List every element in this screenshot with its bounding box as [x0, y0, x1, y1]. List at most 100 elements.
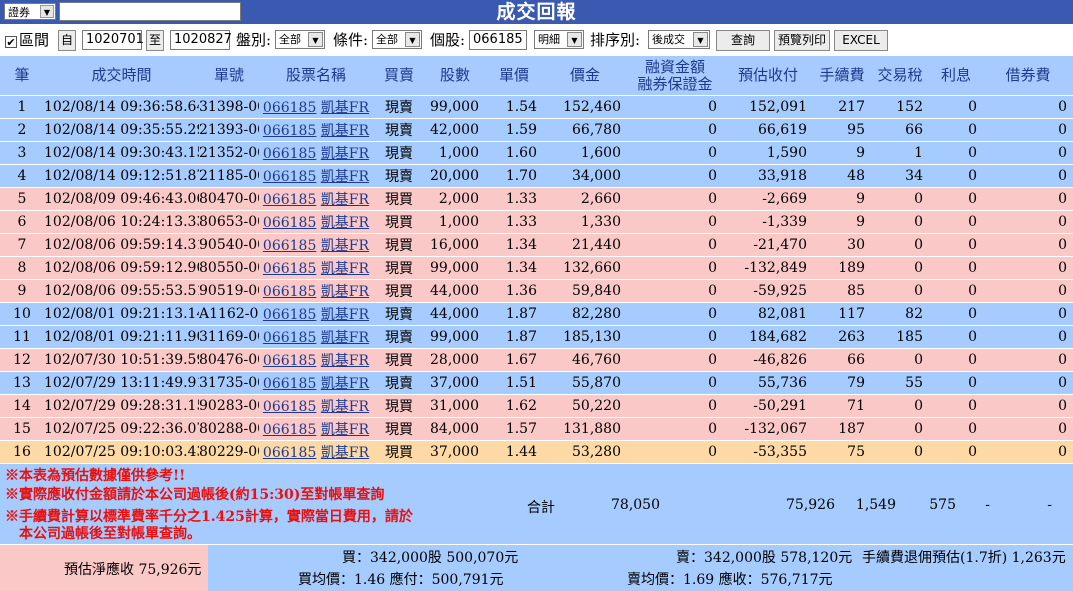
stock-name-link[interactable]: 凱基FR [321, 307, 369, 323]
cell-tax: 1 [871, 142, 929, 165]
col-header: 單價 [485, 56, 543, 96]
stock-name-link[interactable]: 凱基FR [321, 192, 369, 208]
stock-code-link[interactable]: 066185 [263, 215, 316, 231]
cell-side: 現買 [373, 418, 425, 441]
cell-qty: 16,000 [425, 234, 485, 257]
cell-margin: 0 [627, 395, 723, 418]
table-row: 12102/07/30 10:51:39.5980476-00066185 凱基… [0, 349, 1073, 372]
cell-side: 現賣 [373, 372, 425, 395]
stock-name-link[interactable]: 凱基FR [321, 399, 369, 415]
cell-stock-name: 066185 凱基FR [259, 441, 373, 464]
stock-code-link[interactable]: 066185 [263, 146, 316, 162]
cell-side: 現賣 [373, 142, 425, 165]
stock-code-link[interactable]: 066185 [263, 422, 316, 438]
print-preview-button[interactable]: 預覽列印 [774, 30, 830, 51]
cell-interest: 0 [929, 119, 983, 142]
stock-name-link[interactable]: 凱基FR [321, 422, 369, 438]
stock-name-link[interactable]: 凱基FR [321, 330, 369, 346]
note-fee-cont: 本公司過帳後至對帳單查詢。 [5, 526, 201, 542]
stock-code-link[interactable]: 066185 [263, 100, 316, 116]
to-date-input[interactable]: 1020827 [170, 30, 232, 50]
total-fee: 1,549 [855, 497, 896, 513]
stock-name-link[interactable]: 凱基FR [321, 169, 369, 185]
cell-qty: 1,000 [425, 142, 485, 165]
stock-code-link[interactable]: 066185 [263, 330, 316, 346]
total-lend: - [1047, 497, 1052, 513]
stock-name-link[interactable]: 凱基FR [321, 100, 369, 116]
query-button[interactable]: 查詢 [716, 30, 770, 51]
table-header: 筆 成交時間 單號 股票名稱 買賣 股數 單價 價金 融資金額 融券保證金 預估… [0, 56, 1073, 96]
category-select[interactable]: 全部 ▼ [275, 30, 325, 49]
stock-code-link[interactable]: 066185 [263, 307, 316, 323]
stock-code-link[interactable]: 066185 [263, 261, 316, 277]
from-button[interactable]: 自 [58, 30, 76, 51]
chevron-down-icon[interactable]: ▼ [567, 32, 582, 47]
stock-code-link[interactable]: 066185 [263, 169, 316, 185]
cell-fee: 9 [813, 211, 871, 234]
stock-name-link[interactable]: 凱基FR [321, 376, 369, 392]
cell-tax: 55 [871, 372, 929, 395]
stock-code-link[interactable]: 066185 [263, 353, 316, 369]
cell-side: 現買 [373, 280, 425, 303]
range-toggle[interactable]: ✔ 區間 [5, 30, 49, 50]
sort-select[interactable]: 後成交 ▼ [648, 30, 710, 49]
excel-button[interactable]: EXCEL [834, 30, 888, 51]
cell-lend: 0 [983, 441, 1073, 464]
cell-price: 1.34 [485, 234, 543, 257]
detail-select[interactable]: 明細 ▼ [534, 30, 584, 49]
stock-code-link[interactable]: 066185 [263, 192, 316, 208]
cell-time: 102/08/14 09:35:55.29 [44, 119, 199, 142]
cell-amount: 1,600 [543, 142, 627, 165]
sort-select-value: 後成交 [652, 33, 685, 46]
condition-select[interactable]: 全部 ▼ [372, 30, 422, 49]
stock-name-link[interactable]: 凱基FR [321, 353, 369, 369]
cell-qty: 20,000 [425, 165, 485, 188]
cell-margin: 0 [627, 280, 723, 303]
cell-order: 21393-00 [199, 119, 259, 142]
from-date-input[interactable]: 1020701 [82, 30, 144, 50]
cell-net: -132,849 [723, 257, 813, 280]
sort-label: 排序別: [590, 31, 641, 49]
stock-name-link[interactable]: 凱基FR [321, 261, 369, 277]
cell-fee: 189 [813, 257, 871, 280]
stock-code-link[interactable]: 066185 [263, 376, 316, 392]
cell-no: 12 [0, 349, 44, 372]
stock-code-link[interactable]: 066185 [263, 284, 316, 300]
cell-order: 90540-00 [199, 234, 259, 257]
cell-price: 1.51 [485, 372, 543, 395]
to-button[interactable]: 至 [146, 30, 164, 51]
cell-fee: 9 [813, 142, 871, 165]
cell-price: 1.33 [485, 211, 543, 234]
filter-bar: ✔ 區間 自 1020701 至 1020827 盤別: 全部 ▼ 條件: 全部 … [0, 24, 1073, 56]
cell-time: 102/08/06 09:59:14.31 [44, 234, 199, 257]
cell-qty: 37,000 [425, 441, 485, 464]
col-header: 利息 [929, 56, 983, 96]
stock-code-link[interactable]: 066185 [263, 123, 316, 139]
title-bar: 證券 ▼ 成交回報 [0, 0, 1073, 24]
buy-total: 買：342,000股 500,070元 [342, 550, 519, 566]
chevron-down-icon[interactable]: ▼ [693, 32, 708, 47]
cell-side: 現賣 [373, 303, 425, 326]
chevron-down-icon[interactable]: ▼ [308, 32, 323, 47]
stock-name-link[interactable]: 凱基FR [321, 284, 369, 300]
cell-interest: 0 [929, 165, 983, 188]
cell-lend: 0 [983, 395, 1073, 418]
stock-input[interactable]: 066185 [469, 30, 527, 50]
cell-fee: 66 [813, 349, 871, 372]
stock-name-link[interactable]: 凱基FR [321, 215, 369, 231]
table-row: 9102/08/06 09:55:53.5190519-00066185 凱基F… [0, 280, 1073, 303]
range-checkbox[interactable]: ✔ [5, 36, 17, 48]
cell-tax: 34 [871, 165, 929, 188]
stock-name-link[interactable]: 凱基FR [321, 445, 369, 461]
stock-code-link[interactable]: 066185 [263, 238, 316, 254]
stock-name-link[interactable]: 凱基FR [321, 146, 369, 162]
cell-side: 現買 [373, 257, 425, 280]
stock-code-link[interactable]: 066185 [263, 445, 316, 461]
stock-name-link[interactable]: 凱基FR [321, 238, 369, 254]
cell-stock-name: 066185 凱基FR [259, 257, 373, 280]
stock-code-link[interactable]: 066185 [263, 399, 316, 415]
stock-name-link[interactable]: 凱基FR [321, 123, 369, 139]
cell-tax: 0 [871, 280, 929, 303]
chevron-down-icon[interactable]: ▼ [405, 32, 420, 47]
cell-fee: 75 [813, 441, 871, 464]
